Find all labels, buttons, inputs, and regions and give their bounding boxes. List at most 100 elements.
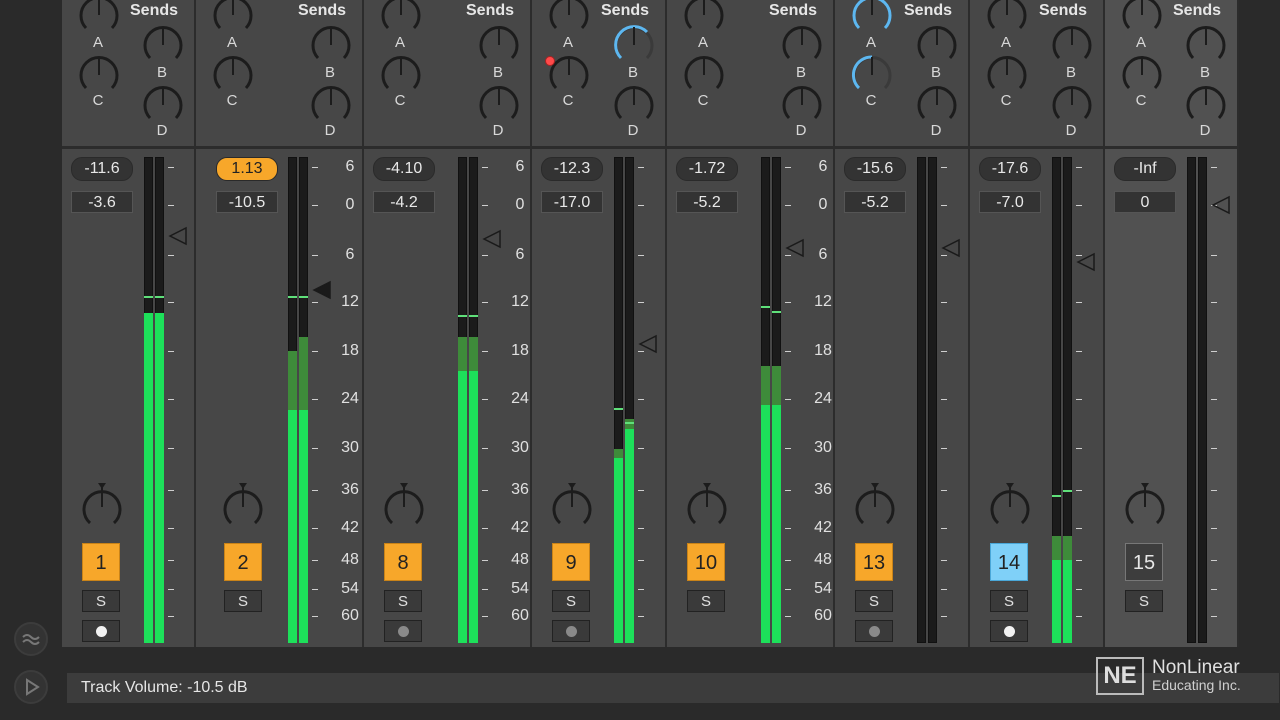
peak-level-display[interactable]: -3.6 [71,191,133,213]
track-volume-display[interactable]: 1.13 [216,157,278,181]
track-activator-button[interactable]: 15 [1125,543,1163,581]
solo-button[interactable]: S [687,590,725,612]
tick-mark [785,205,791,206]
arm-button[interactable] [384,620,422,642]
volume-fader-handle[interactable] [168,226,188,246]
tick-mark [785,560,791,561]
solo-button[interactable]: S [82,590,120,612]
track-activator-button[interactable]: 14 [990,543,1028,581]
track-activator-button[interactable]: 9 [552,543,590,581]
volume-fader-handle[interactable] [638,334,658,354]
pan-knob[interactable] [79,483,125,529]
track-volume-display[interactable]: -4.10 [373,157,435,181]
track-activator-button[interactable]: 2 [224,543,262,581]
peak-level-display[interactable]: -17.0 [541,191,603,213]
meter-level [288,409,297,643]
send-b-knob[interactable] [914,22,960,68]
solo-button[interactable]: S [990,590,1028,612]
track-volume-display[interactable]: -Inf [1114,157,1176,181]
sends-section: Sends A B C D [364,0,530,149]
solo-button[interactable]: S [224,590,262,612]
solo-button[interactable]: S [384,590,422,612]
meter-ticks [638,157,646,643]
meter-hold [772,366,781,405]
tick-mark [312,490,318,491]
send-a-knob[interactable] [1119,0,1165,38]
pan-knob[interactable] [852,483,898,529]
send-b-knob[interactable] [1049,22,1095,68]
solo-button[interactable]: S [1125,590,1163,612]
volume-fader-handle[interactable] [1211,195,1231,215]
arm-button[interactable] [855,620,893,642]
send-b-knob[interactable] [476,22,522,68]
sends-label: Sends [466,2,515,19]
volume-fader-handle[interactable] [312,280,332,300]
send-a-knob[interactable] [681,0,727,38]
send-letter: D [627,122,639,139]
sends-label: Sends [130,2,179,19]
track-volume-display[interactable]: -1.72 [676,157,738,181]
tick-mark [482,167,488,168]
send-b-knob[interactable] [779,22,825,68]
volume-fader-handle[interactable] [1076,252,1096,272]
tick-mark [168,589,174,590]
track-activator-button[interactable]: 10 [687,543,725,581]
peak-level-display[interactable]: 0 [1114,191,1176,213]
track-activator-button[interactable]: 8 [384,543,422,581]
track-activator-button[interactable]: 13 [855,543,893,581]
sends-section: Sends A B C D [62,0,194,149]
peak-level-display[interactable]: -7.0 [979,191,1041,213]
send-letter: D [930,122,942,139]
send-b-knob[interactable] [1183,22,1229,68]
volume-fader-handle[interactable] [482,229,502,249]
send-a-knob[interactable] [210,0,256,38]
pan-knob[interactable] [987,483,1033,529]
groove-icon[interactable] [14,622,48,656]
send-b-knob[interactable] [140,22,186,68]
peak-level-display[interactable]: -5.2 [676,191,738,213]
tick-mark [785,616,791,617]
peak-level-display[interactable]: -5.2 [844,191,906,213]
send-a-knob[interactable] [546,0,592,38]
play-icon[interactable] [14,670,48,704]
peak-level-display[interactable]: -4.2 [373,191,435,213]
level-meter [1187,157,1209,643]
tick-mark [638,167,644,168]
send-b-knob[interactable] [308,22,354,68]
volume-fader-handle[interactable] [941,238,961,258]
meter-hold [1063,536,1072,561]
track-volume-display[interactable]: -11.6 [71,157,133,181]
arm-button[interactable] [552,620,590,642]
send-a-knob[interactable] [849,0,895,38]
solo-button[interactable]: S [855,590,893,612]
meter-peak-marker [1063,490,1072,493]
tick-mark [1076,448,1082,449]
pan-knob[interactable] [684,483,730,529]
meter-ticks [312,157,320,643]
send-a-knob[interactable] [76,0,122,38]
tick-mark [312,560,318,561]
tick-mark [638,302,644,303]
track-activator-button[interactable]: 1 [82,543,120,581]
mixer-panel: Sends A B C D -11.6 -3.6 1 S Sends A B C D 1.13 -10.5 6 0… [62,0,1239,647]
solo-button[interactable]: S [552,590,590,612]
sends-label: Sends [1039,2,1088,19]
peak-level-display[interactable]: -10.5 [216,191,278,213]
meter-level [761,404,770,643]
track-volume-display[interactable]: -15.6 [844,157,906,181]
send-b-knob[interactable] [611,22,657,68]
volume-fader-handle[interactable] [785,238,805,258]
level-meter [1052,157,1074,643]
track-volume-display[interactable]: -17.6 [979,157,1041,181]
track-volume-display[interactable]: -12.3 [541,157,603,181]
arm-button[interactable] [82,620,120,642]
pan-knob[interactable] [381,483,427,529]
pan-knob[interactable] [220,483,266,529]
send-a-knob[interactable] [984,0,1030,38]
arm-button[interactable] [990,620,1028,642]
tick-mark [312,351,318,352]
pan-knob[interactable] [549,483,595,529]
pan-knob[interactable] [1122,483,1168,529]
tick-mark [1211,255,1217,256]
send-a-knob[interactable] [378,0,424,38]
